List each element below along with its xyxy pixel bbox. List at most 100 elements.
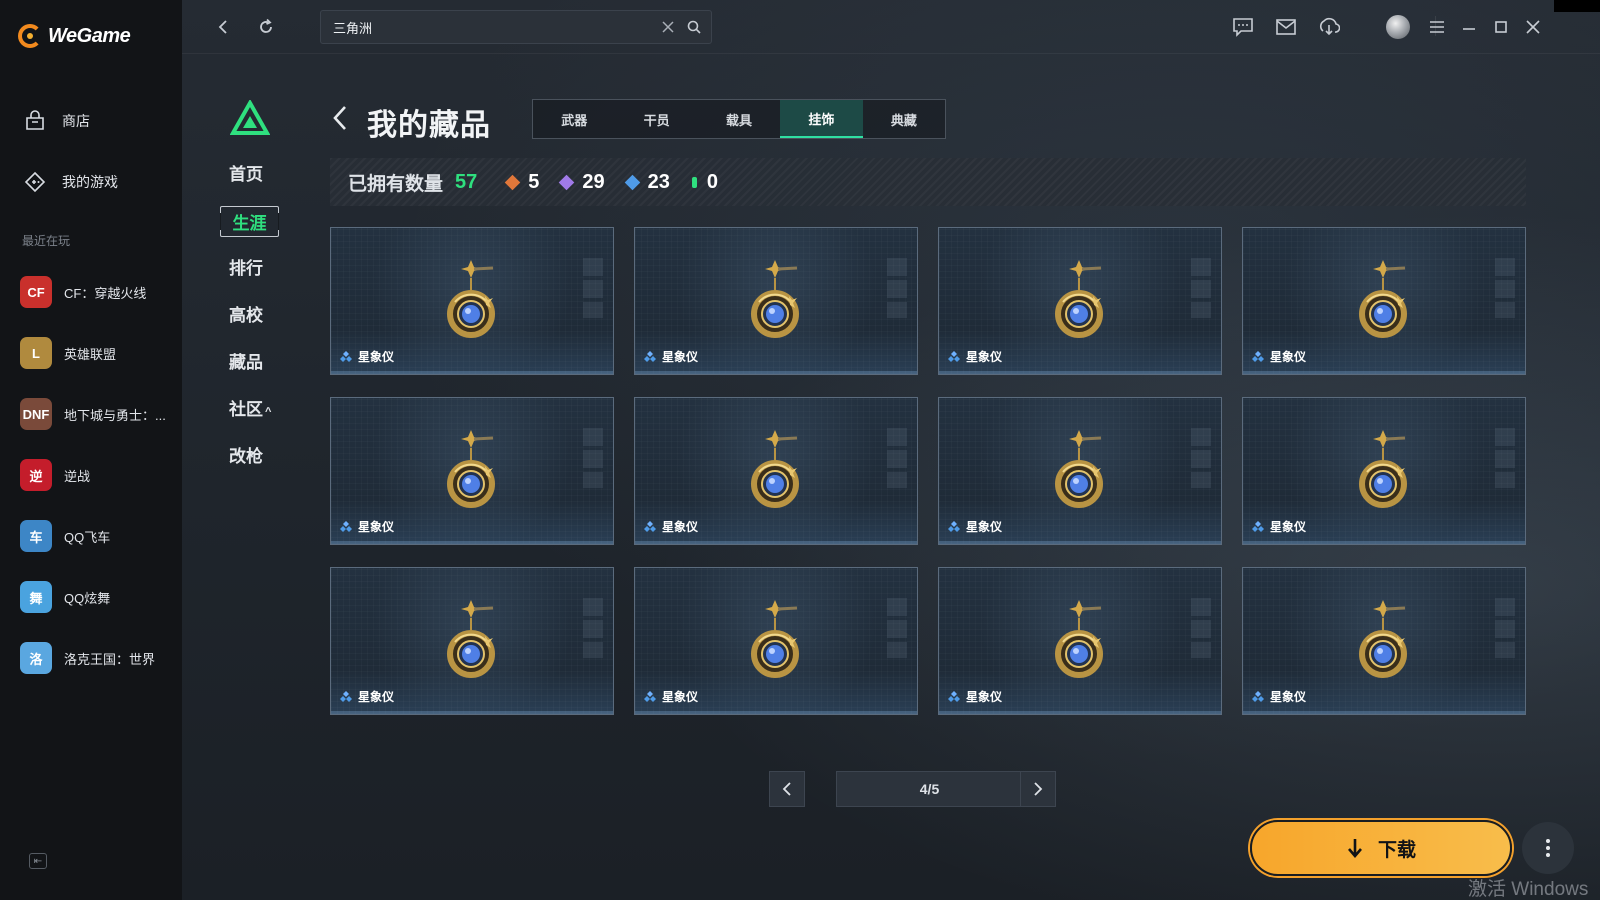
recent-game-item[interactable]: L 英雄联盟	[20, 337, 170, 369]
search-icon[interactable]	[683, 16, 705, 38]
recent-game-item[interactable]: 舞 QQ炫舞	[20, 581, 170, 613]
astrolabe-charm-icon	[1055, 260, 1103, 338]
my-games-icon	[22, 169, 48, 195]
next-page-button[interactable]	[1020, 771, 1056, 807]
blue-rarity-icon	[948, 351, 960, 362]
game-icon: 车	[20, 520, 52, 552]
game-name: 洛克王国：世界	[64, 651, 156, 667]
messages-icon[interactable]	[1230, 14, 1256, 40]
game-nav-home[interactable]: 首页	[229, 160, 289, 185]
card-label: 星象仪	[340, 688, 394, 705]
astrolabe-charm-icon	[1359, 430, 1407, 508]
game-icon: CF	[20, 276, 52, 308]
recent-game-item[interactable]: CF CF：穿越火线	[20, 276, 170, 308]
collection-card[interactable]: 星象仪	[330, 227, 614, 375]
astrolabe-charm-icon	[447, 600, 495, 678]
sidebar-item-my-games[interactable]: 我的游戏	[22, 169, 118, 195]
blue-rarity-icon	[340, 351, 352, 362]
item-name: 星象仪	[1270, 690, 1307, 704]
owned-total: 57	[455, 170, 478, 193]
collection-card[interactable]: 星象仪	[1242, 567, 1526, 715]
collapse-sidebar-icon[interactable]: ⇤	[29, 853, 47, 869]
collection-card[interactable]: 星象仪	[634, 397, 918, 545]
maximize-icon[interactable]	[1488, 14, 1514, 40]
game-nav-community-label: 社区	[229, 400, 263, 419]
game-icon: L	[20, 337, 52, 369]
collection-card[interactable]: 星象仪	[1242, 227, 1526, 375]
collection-card[interactable]: 星象仪	[938, 397, 1222, 545]
prev-page-button[interactable]	[769, 771, 805, 807]
menu-icon[interactable]	[1424, 14, 1450, 40]
corner-decoration	[1554, 0, 1600, 12]
game-nav-ranking[interactable]: 排行	[229, 254, 289, 279]
card-label: 星象仪	[948, 518, 1002, 535]
collection-card[interactable]: 星象仪	[938, 567, 1222, 715]
rarity-blue: 23	[624, 171, 670, 194]
recent-game-item[interactable]: DNF 地下城与勇士：...	[20, 398, 170, 430]
rarity-purple: 29	[559, 170, 605, 194]
delta-force-logo-icon[interactable]	[230, 100, 270, 136]
blue-rarity-icon	[644, 351, 656, 362]
green-rarity-icon	[691, 176, 697, 188]
blue-rarity-icon	[948, 691, 960, 702]
tab-collectibles[interactable]: 典藏	[863, 100, 945, 138]
download-manager-icon[interactable]	[1316, 14, 1342, 40]
item-name: 星象仪	[358, 690, 395, 704]
mail-icon[interactable]	[1273, 14, 1299, 40]
collection-card[interactable]: 星象仪	[330, 397, 614, 545]
back-nav-icon[interactable]	[210, 14, 236, 40]
search-input[interactable]: 三角洲	[333, 18, 657, 37]
user-avatar[interactable]	[1386, 15, 1410, 39]
minimize-icon[interactable]	[1456, 14, 1482, 40]
game-nav-gunsmith[interactable]: 改枪	[229, 442, 289, 467]
more-options-button[interactable]	[1522, 822, 1574, 874]
download-button[interactable]: 下载	[1250, 820, 1512, 876]
collection-card[interactable]: 星象仪	[330, 567, 614, 715]
windows-activation-watermark: 激活 Windows	[1468, 879, 1589, 900]
collection-tabs: 武器 干员 载具 挂饰 典藏	[532, 99, 946, 139]
recent-game-item[interactable]: 洛洛克王国：世界	[20, 642, 170, 674]
wegame-logo[interactable]: WeGame	[18, 24, 131, 48]
game-name: QQ炫舞	[64, 590, 111, 606]
search-box[interactable]: 三角洲	[320, 10, 712, 44]
card-label: 星象仪	[1252, 518, 1306, 535]
recent-games-heading: 最近在玩	[22, 234, 71, 248]
collection-card[interactable]: 星象仪	[938, 227, 1222, 375]
item-name: 星象仪	[662, 520, 699, 534]
recent-game-item[interactable]: 车 QQ飞车	[20, 520, 170, 552]
game-nav-collection[interactable]: 藏品	[229, 348, 289, 373]
game-name: 逆战	[64, 468, 91, 484]
recent-game-item[interactable]: 逆逆战	[20, 459, 170, 491]
tab-operators[interactable]: 干员	[615, 100, 697, 138]
game-nav-career[interactable]: 生涯	[220, 206, 279, 237]
blue-rarity-icon	[1252, 521, 1264, 532]
close-icon[interactable]	[1520, 14, 1546, 40]
tab-weapons[interactable]: 武器	[533, 100, 615, 138]
tab-vehicles[interactable]: 载具	[698, 100, 780, 138]
astrolabe-charm-icon	[751, 600, 799, 678]
game-name: QQ飞车	[64, 529, 111, 545]
astrolabe-charm-icon	[447, 260, 495, 338]
refresh-icon[interactable]	[253, 14, 279, 40]
chevron-left-icon	[782, 782, 791, 796]
sidebar-item-store[interactable]: 商店	[22, 108, 90, 134]
download-arrow-icon	[1347, 839, 1362, 858]
collection-card[interactable]: 星象仪	[1242, 397, 1526, 545]
rarity-count: 29	[582, 170, 605, 193]
orange-rarity-icon	[504, 174, 521, 190]
page-indicator: 4/5	[836, 771, 1023, 807]
clear-search-icon[interactable]	[657, 16, 679, 38]
owned-label: 已拥有数量	[348, 173, 444, 195]
collection-card[interactable]: 星象仪	[634, 567, 918, 715]
page-back-icon[interactable]	[330, 104, 350, 132]
card-label: 星象仪	[340, 518, 394, 535]
card-label: 星象仪	[1252, 348, 1306, 365]
game-nav-college[interactable]: 高校	[229, 301, 289, 326]
tab-charms[interactable]: 挂饰	[780, 100, 863, 138]
game-nav-community[interactable]: 社区 ^	[229, 395, 289, 420]
blue-rarity-icon	[948, 521, 960, 532]
item-name: 星象仪	[358, 520, 395, 534]
astrolabe-charm-icon	[751, 260, 799, 338]
collection-grid: 星象仪 星象仪 星象仪 星象仪 星象仪 星象仪 星象仪 星象仪 星象仪 星象仪 星象仪 星象仪	[330, 227, 1526, 715]
collection-card[interactable]: 星象仪	[634, 227, 918, 375]
